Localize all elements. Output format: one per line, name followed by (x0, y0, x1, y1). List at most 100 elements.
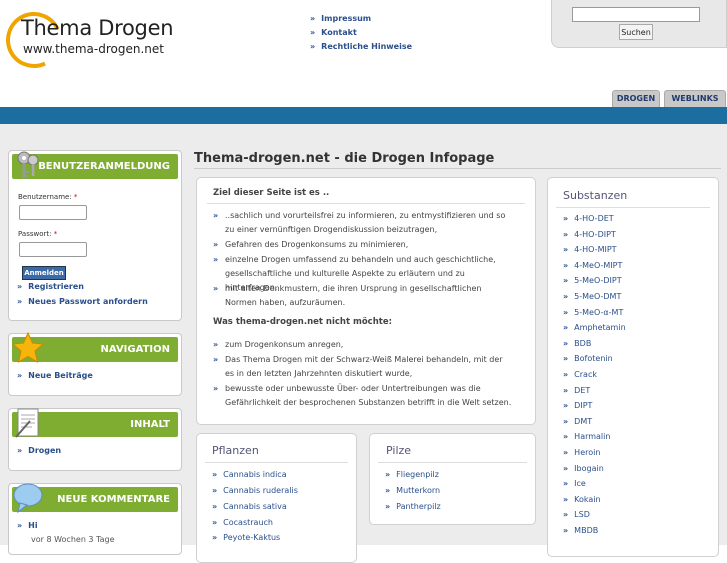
title-divider (194, 168, 721, 169)
bullet-icon: » (563, 370, 569, 379)
content-top-band (0, 124, 727, 148)
forgot-password-link[interactable]: » Neues Passwort anfordern (17, 297, 148, 306)
substanz-link[interactable]: » Kokain (563, 495, 601, 504)
top-link-impressum[interactable]: » Impressum (310, 14, 412, 28)
password-field[interactable] (19, 242, 87, 257)
goals-divider (207, 203, 525, 204)
substanz-link[interactable]: » 4-HO-DIPT (563, 230, 616, 239)
bullet-icon: » (563, 292, 569, 301)
bullet-icon: » (563, 229, 569, 239)
bullet-icon: » (563, 416, 569, 426)
substanz-link[interactable]: » Amphetamin (563, 323, 626, 332)
bullet-icon: » (563, 432, 569, 442)
pflanzen-link[interactable]: » Peyote-Kaktus (212, 533, 280, 542)
page-title: Thema-drogen.net - die Drogen Infopage (194, 151, 495, 166)
pflanzen-panel: Pflanzen » Cannabis indica » Cannabis rude… (196, 433, 357, 563)
comments-block: NEUE KOMMENTARE » Hi vor 8 Wochen 3 Tage (8, 483, 182, 555)
tab-drogen[interactable]: DROGEN (612, 90, 660, 107)
substanzen-title: Substanzen (563, 189, 628, 202)
bullet-icon: » (563, 338, 569, 348)
substanz-link[interactable]: » MBDB (563, 526, 598, 535)
nogoals-heading: Was thema-drogen.net nicht möchte: (213, 317, 393, 327)
pilze-link[interactable]: » Mutterkorn (385, 486, 440, 495)
bullet-icon: » (563, 214, 569, 223)
logo-title: Thema Drogen (21, 16, 174, 40)
substanz-link[interactable]: » 5-MeO-DIPT (563, 276, 622, 285)
bullet-icon: » (563, 307, 569, 317)
top-link-rechtliche-hinweise[interactable]: » Rechtliche Hinweise (310, 42, 412, 56)
substanz-link[interactable]: » LSD (563, 510, 590, 519)
bullet-icon: » (563, 448, 569, 457)
login-button[interactable]: Anmelden (22, 266, 66, 280)
substanz-link[interactable]: » BDB (563, 339, 591, 348)
search-box: Suchen (551, 0, 727, 48)
substanz-link[interactable]: » Harmalin (563, 432, 610, 441)
substanz-link[interactable]: » DMT (563, 417, 592, 426)
pflanzen-link[interactable]: » Cannabis ruderalis (212, 486, 298, 495)
header: Thema Drogen www.thema-drogen.net » Impre… (0, 0, 727, 110)
nogoal-item: » bewusste oder unbewusste Über- oder Unt… (213, 384, 512, 407)
pilze-title: Pilze (386, 444, 412, 457)
password-label: Passwort: * (18, 230, 58, 238)
substanz-link[interactable]: » 4-HO-DET (563, 214, 614, 223)
substanz-link[interactable]: » 5-MeO-DMT (563, 292, 621, 301)
inhalt-block: INHALT » Drogen (8, 408, 182, 471)
substanzen-divider (556, 207, 710, 208)
substanz-link[interactable]: » Heroin (563, 448, 600, 457)
substanz-link[interactable]: » Ibogain (563, 464, 604, 473)
bullet-icon: » (563, 245, 569, 255)
login-block: BENUTZERANMELDUNG Benutzername: * Passwo… (8, 150, 182, 321)
substanz-link[interactable]: » 4-MeO-MIPT (563, 261, 622, 270)
bullet-icon: » (563, 479, 569, 489)
star-icon (12, 332, 44, 364)
goals-heading: Ziel dieser Seite ist es .. (213, 188, 330, 198)
top-link-kontakt[interactable]: » Kontakt (310, 28, 412, 42)
pilze-panel: Pilze » Fliegenpilz » Mutterkorn » Pantherp… (369, 433, 536, 525)
bullet-icon: » (563, 526, 569, 535)
navigation-block: NAVIGATION » Neue Beiträge (8, 332, 182, 396)
search-button[interactable]: Suchen (619, 24, 653, 40)
comment-item-title[interactable]: » Hi (17, 521, 38, 530)
intro-panel: Ziel dieser Seite ist es .. » ..sachlich … (196, 177, 536, 425)
inhalt-item-drogen[interactable]: » Drogen (17, 446, 61, 455)
bullet-icon: » (563, 494, 569, 504)
pflanzen-link[interactable]: » Cocastrauch (212, 518, 273, 527)
nogoal-item: » Das Thema Drogen mit der Schwarz-Weiß M… (213, 355, 503, 378)
pflanzen-title: Pflanzen (212, 444, 259, 457)
keys-icon (17, 151, 39, 178)
substanz-link[interactable]: » Bofotenin (563, 354, 613, 363)
search-input[interactable] (572, 7, 700, 22)
username-field[interactable] (19, 205, 87, 220)
substanzen-panel: Substanzen » 4-HO-DET » 4-HO-DIPT » 4-HO-MIPT… (547, 177, 719, 557)
register-link[interactable]: » Registrieren (17, 282, 84, 291)
substanz-link[interactable]: » 5-MeO-α-MT (563, 308, 623, 317)
pflanzen-link[interactable]: » Cannabis indica (212, 470, 287, 479)
goal-item: » ..sachlich und vorurteilsfrei zu inform… (213, 211, 506, 234)
username-label: Benutzername: * (18, 193, 78, 201)
logo-url: www.thema-drogen.net (23, 42, 164, 56)
substanz-link[interactable]: » Crack (563, 370, 597, 379)
pflanzen-link[interactable]: » Cannabis sativa (212, 502, 287, 511)
substanz-link[interactable]: » DET (563, 386, 590, 395)
substanz-link[interactable]: » 4-HO-MIPT (563, 245, 617, 254)
nav-item-neue-beitraege[interactable]: » Neue Beiträge (17, 371, 93, 380)
nogoal-item: » zum Drogenkonsum anregen, (213, 340, 344, 349)
nav-bar (0, 107, 727, 124)
speech-bubble-icon (13, 483, 43, 514)
substanz-link[interactable]: » DIPT (563, 401, 592, 410)
comment-item-meta: vor 8 Wochen 3 Tage (31, 535, 115, 544)
tab-weblinks[interactable]: WEBLINKS (664, 90, 726, 107)
pflanzen-divider (205, 462, 348, 463)
site-logo[interactable]: Thema Drogen www.thema-drogen.net (0, 4, 174, 76)
bullet-icon: » (563, 463, 569, 473)
bullet-icon: » (563, 385, 569, 395)
bullet-icon: » (563, 354, 569, 364)
bullet-icon: » (563, 276, 569, 286)
pilze-divider (378, 462, 527, 463)
bullet-icon: » (563, 510, 569, 520)
pilze-link[interactable]: » Pantherpilz (385, 502, 441, 511)
substanz-link[interactable]: » Ice (563, 479, 586, 488)
bullet-icon: » (563, 260, 569, 270)
bullet-icon: » (563, 401, 569, 411)
pilze-link[interactable]: » Fliegenpilz (385, 470, 439, 479)
